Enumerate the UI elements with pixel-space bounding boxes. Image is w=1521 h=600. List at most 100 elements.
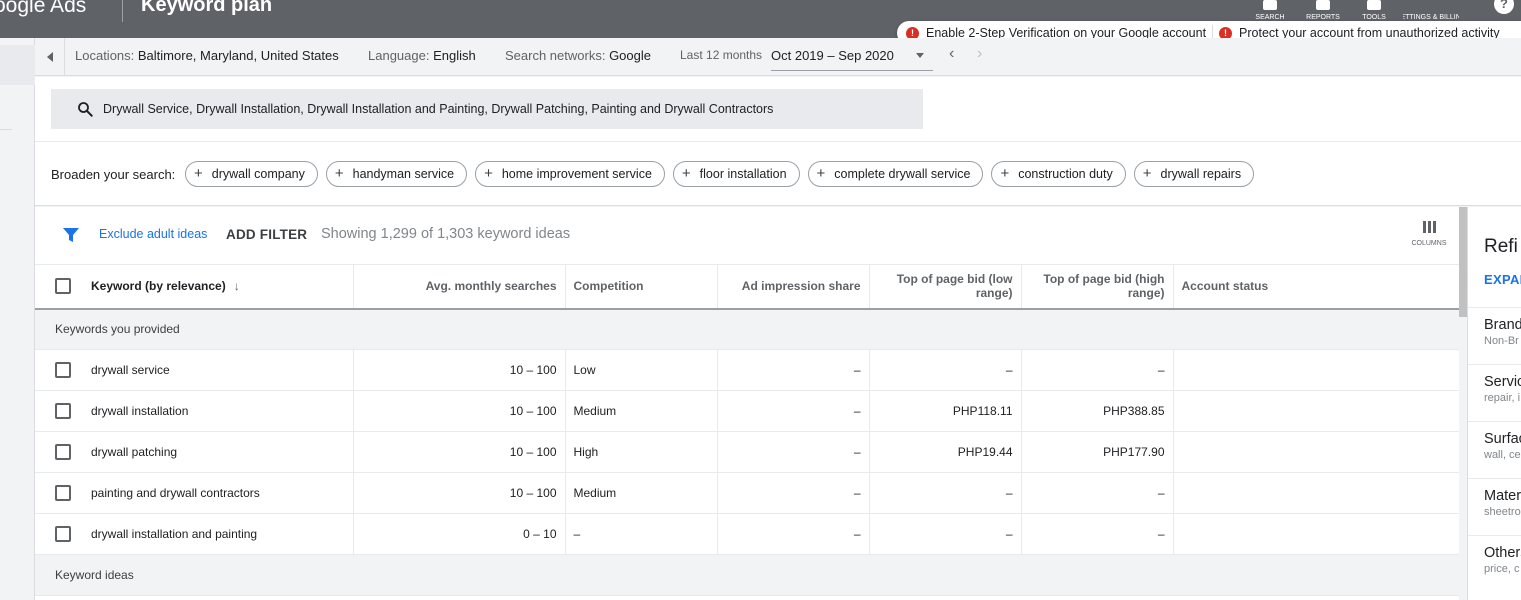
account-status-header[interactable]: Account status: [1173, 264, 1460, 310]
filter-icon[interactable]: [63, 227, 79, 243]
bid-low-cell: PHP19.44: [869, 431, 1022, 473]
broaden-chip-list: + drywall company + handyman service + home…: [185, 161, 1262, 187]
reports-icon: [1316, 0, 1330, 10]
date-range-select[interactable]: Oct 2019 – Sep 2020: [771, 48, 894, 63]
row-checkbox[interactable]: [55, 403, 71, 419]
keyword-header-label: Keyword (by relevance): [91, 279, 226, 294]
chevron-left-icon[interactable]: ‹: [949, 45, 954, 63]
refine-item-others[interactable]: Others price, c: [1468, 535, 1521, 592]
broaden-chip[interactable]: + drywall company: [185, 161, 318, 187]
broaden-chip[interactable]: + home improvement service: [475, 161, 665, 187]
broaden-label: Broaden your search:: [51, 167, 176, 182]
left-navigation-rail: [0, 38, 35, 600]
page-title: Keyword plan: [141, 0, 273, 16]
impression-cell: –: [717, 513, 870, 555]
row-checkbox[interactable]: [55, 444, 71, 460]
impression-cell: –: [717, 472, 870, 514]
header-divider: [122, 0, 123, 22]
expand-all-button[interactable]: EXPAN: [1484, 272, 1521, 287]
plus-icon: +: [484, 165, 493, 182]
refine-item-title: Surfac: [1484, 431, 1521, 447]
searches-cell: 10 – 100: [353, 390, 566, 432]
broaden-chip[interactable]: + handyman service: [325, 161, 468, 187]
help-icon[interactable]: ?: [1494, 0, 1514, 14]
refine-item-service[interactable]: Servic repair, i: [1468, 364, 1521, 421]
group-header-row: Keywords you provided: [35, 308, 1459, 350]
bid-high-cell: PHP388.85: [1021, 390, 1174, 432]
competition-cell: Medium: [565, 390, 718, 432]
group-ideas-label: Keyword ideas: [35, 554, 1459, 596]
arrow-down-icon[interactable]: ↓: [234, 279, 240, 293]
broaden-search-panel: Broaden your search: + drywall company + h…: [35, 142, 1521, 206]
refine-item-title: Brand: [1484, 317, 1521, 333]
app-root: oogle Ads Keyword plan SEARCH REPORTS TO…: [0, 0, 1521, 600]
columns-icon: [1422, 221, 1437, 233]
exclude-adult-ideas-link[interactable]: Exclude adult ideas: [99, 227, 207, 241]
row-checkbox[interactable]: [55, 362, 71, 378]
language-filter[interactable]: Language: English: [368, 48, 476, 63]
chevron-down-icon[interactable]: [916, 53, 924, 58]
keyword-cell: drywall installation and painting: [91, 527, 258, 541]
bid-low-cell: PHP118.11: [869, 390, 1022, 432]
keyword-search-panel: Drywall Service, Drywall Installation, D…: [35, 77, 1521, 142]
select-all-checkbox[interactable]: [55, 278, 71, 295]
group-provided-label: Keywords you provided: [35, 308, 1459, 350]
collapse-panel-button[interactable]: [35, 38, 65, 75]
avg-monthly-searches-header[interactable]: Avg. monthly searches: [353, 264, 566, 310]
locations-filter[interactable]: Locations: Baltimore, Maryland, United S…: [75, 48, 339, 63]
add-filter-button[interactable]: ADD FILTER: [226, 227, 307, 242]
refine-item-material[interactable]: Mater sheetro: [1468, 478, 1521, 535]
broaden-chip[interactable]: + complete drywall service: [807, 161, 984, 187]
google-ads-logo[interactable]: oogle Ads: [0, 0, 86, 18]
ad-impression-share-header[interactable]: Ad impression share: [717, 264, 870, 310]
status-cell: [1173, 349, 1460, 391]
refine-keywords-panel: Refi EXPAN Brand Non-Br Servic repair, i…: [1467, 207, 1521, 600]
plus-icon: +: [334, 165, 344, 182]
results-count: Showing 1,299 of 1,303 keyword ideas: [321, 226, 571, 242]
keyword-search-input[interactable]: Drywall Service, Drywall Installation, D…: [51, 89, 923, 129]
refine-item-brand[interactable]: Brand Non-Br: [1468, 307, 1521, 364]
refine-item-title: Others: [1484, 545, 1521, 561]
refine-item-surface[interactable]: Surfac wall, ce: [1468, 421, 1521, 478]
refine-item-subtitle: price, c: [1484, 563, 1520, 575]
bid-low-cell: –: [869, 513, 1022, 555]
broaden-chip-label: handyman service: [352, 167, 455, 181]
top-bid-low-header[interactable]: Top of page bid (low range): [869, 264, 1022, 310]
search-networks-filter[interactable]: Search networks: Google: [505, 48, 651, 63]
status-cell: [1173, 513, 1460, 555]
table-row: drywall patching 10 – 100 High – PHP19.4…: [35, 431, 1460, 473]
plus-icon: +: [194, 165, 203, 182]
top-bid-high-header[interactable]: Top of page bid (high range): [1021, 264, 1174, 310]
competition-cell: High: [565, 431, 718, 473]
keyword-column-header[interactable]: Keyword (by relevance) ↓: [35, 264, 354, 310]
group-header-row: Keyword ideas: [35, 554, 1459, 596]
wrench-icon: [1367, 0, 1381, 10]
table-scrollbar-thumb[interactable]: [1459, 207, 1467, 317]
broaden-chip[interactable]: + drywall repairs: [1133, 161, 1255, 187]
refine-item-subtitle: wall, ce: [1484, 449, 1521, 461]
broaden-chip[interactable]: + construction duty: [991, 161, 1126, 187]
competition-cell: Medium: [565, 472, 718, 514]
columns-button[interactable]: COLUMNS: [1407, 221, 1451, 257]
searches-cell: 0 – 10: [353, 513, 566, 555]
impression-cell: –: [717, 431, 870, 473]
columns-label: COLUMNS: [1411, 240, 1447, 247]
refine-item-title: Servic: [1484, 374, 1521, 390]
refine-item-subtitle: repair, i: [1484, 392, 1521, 404]
row-checkbox[interactable]: [55, 485, 71, 501]
plus-icon: +: [816, 165, 826, 182]
bid-high-cell: PHP177.90: [1021, 431, 1174, 473]
keyword-table: Keyword (by relevance) ↓ Avg. monthly se…: [35, 264, 1460, 596]
keyword-cell: drywall patching: [91, 445, 178, 459]
broaden-chip-label: construction duty: [1018, 167, 1113, 181]
keyword-search-value: Drywall Service, Drywall Installation, D…: [103, 102, 774, 116]
competition-header[interactable]: Competition: [565, 264, 718, 310]
plus-icon: +: [1000, 165, 1010, 182]
date-range-label: Last 12 months: [680, 48, 763, 62]
plus-icon: +: [1142, 165, 1152, 182]
broaden-chip[interactable]: + floor installation: [672, 161, 800, 187]
row-checkbox[interactable]: [55, 526, 71, 542]
rail-item-selected[interactable]: [0, 45, 35, 85]
bid-low-cell: –: [869, 349, 1022, 391]
bid-high-cell: –: [1021, 472, 1174, 514]
